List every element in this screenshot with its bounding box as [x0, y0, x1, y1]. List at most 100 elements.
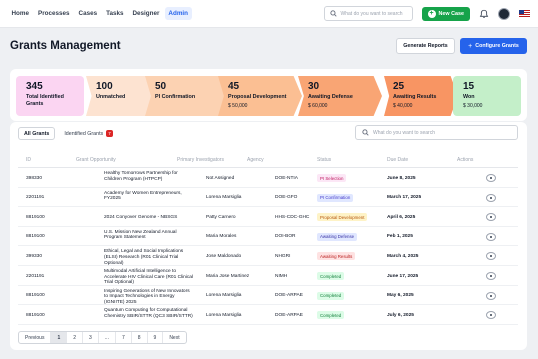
cell-id: 8819100	[26, 214, 45, 220]
column-header-due-date[interactable]: Due Date	[387, 157, 408, 163]
stat-label: Awaiting Results	[393, 94, 437, 100]
cell-due-date: April 6, 2025	[387, 214, 416, 220]
cell-primary-investigator: Lorena Marsiglia	[206, 195, 242, 201]
cell-primary-investigator: Maria Morales	[206, 234, 237, 240]
view-eye-icon[interactable]	[486, 193, 496, 202]
cell-opportunity[interactable]: Ethical, Legal and Social Implications (…	[104, 249, 194, 266]
view-eye-icon[interactable]	[486, 174, 496, 182]
table-row[interactable]: 8819100 Quantum Computing for Computation…	[18, 305, 518, 325]
cell-opportunity[interactable]: Multimodal Artificial Intelligence to Ac…	[104, 269, 194, 286]
view-eye-icon[interactable]	[486, 291, 496, 300]
bell-icon[interactable]	[479, 9, 489, 19]
page-button-9[interactable]: 9	[148, 332, 164, 343]
cell-due-date: June 8, 2025	[387, 175, 416, 181]
stat-won[interactable]: 15 Won $ 30,000	[453, 76, 521, 116]
new-case-button[interactable]: + New Case	[421, 6, 470, 21]
plus-icon: +	[427, 9, 436, 18]
stat-number: 100	[96, 81, 113, 92]
stat-total-identified[interactable]: 345 Total Identified Grants	[16, 76, 84, 116]
cell-id: 8819100	[26, 293, 45, 299]
stat-number: 15	[463, 81, 475, 92]
stat-number: 345	[26, 81, 43, 92]
cell-primary-investigator: Lorena Marsiglia	[206, 293, 242, 299]
stat-unmatched[interactable]: 100 Unmatched	[86, 76, 156, 116]
view-eye-icon[interactable]	[486, 252, 496, 261]
table-row[interactable]: 399330 Ethical, Legal and Social Implicat…	[18, 246, 518, 266]
nav-home[interactable]: Home	[8, 7, 33, 20]
nav-processes[interactable]: Processes	[35, 7, 74, 20]
page-button-2[interactable]: 2	[67, 332, 84, 343]
cell-primary-investigator: Patty Carnero	[206, 214, 236, 220]
status-badge: Proposal Development	[317, 213, 368, 222]
us-flag-icon[interactable]	[519, 10, 530, 17]
status-badge: PI Confirmation	[317, 193, 354, 202]
cell-opportunity[interactable]: U.S. Mission New Zealand Annual Program …	[104, 230, 194, 241]
previous-page-button[interactable]: Previous	[19, 332, 52, 343]
cell-primary-investigator: Jose Maldonado	[206, 253, 242, 259]
cell-due-date: March 17, 2025	[387, 195, 422, 201]
stat-awaiting-results[interactable]: 25 Awaiting Results $ 40,000	[384, 76, 458, 116]
avatar[interactable]	[498, 7, 510, 20]
stat-number: 30	[308, 81, 320, 92]
stat-label: Awaiting Defense	[308, 94, 353, 100]
view-eye-icon[interactable]	[486, 232, 496, 241]
cell-agency: DOI-BOR	[275, 234, 296, 240]
page-button-7[interactable]: 7	[116, 332, 132, 343]
nav-designer[interactable]: Designer	[129, 7, 163, 20]
nav-search-input[interactable]: What do you want to search	[323, 6, 413, 21]
table-row[interactable]: 8819100 2024 Conyover Genome - NBSGS Patty…	[18, 207, 518, 227]
table-row[interactable]: 2201191 Multimodal Artificial Intelligenc…	[18, 266, 518, 286]
search-icon	[329, 10, 337, 17]
stat-number: 50	[155, 81, 167, 92]
cell-opportunity[interactable]: Inspiring Generations of New Innovators …	[104, 289, 194, 306]
stat-proposal-development[interactable]: 45 Proposal Development $ 50,000	[218, 76, 302, 116]
cell-due-date: Feb 1, 2025	[387, 234, 413, 240]
view-eye-icon[interactable]	[486, 213, 496, 222]
configure-grants-button[interactable]: + Configure Grants	[460, 38, 527, 54]
stat-amount: $ 30,000	[463, 102, 483, 109]
stat-label: Won	[463, 94, 475, 100]
plus-icon: +	[468, 42, 473, 50]
cell-id: 2201191	[26, 273, 45, 279]
table-search-input[interactable]: What do you want to search	[355, 125, 518, 140]
column-header-opportunity[interactable]: Grant Opportunity	[76, 157, 116, 163]
status-badge: Completed	[317, 311, 345, 320]
status-badge: Completed	[317, 291, 345, 300]
tab-identified-label: Identified Grants	[64, 130, 104, 137]
identified-count-badge: 7	[106, 130, 113, 137]
column-header-status[interactable]: Status	[317, 157, 331, 163]
column-header-id[interactable]: ID	[26, 157, 31, 163]
cell-agency: DOE-ARPAE	[275, 293, 303, 299]
page: Home Processes Cases Tasks Designer Admi…	[0, 0, 538, 359]
view-eye-icon[interactable]	[486, 272, 496, 280]
cell-agency: NHGRI	[275, 253, 291, 259]
cell-opportunity[interactable]: 2024 Conyover Genome - NBSGS	[104, 215, 194, 221]
tab-identified-grants[interactable]: Identified Grants 7	[59, 127, 117, 140]
table-row[interactable]: 398330 Healthy Tomorrows Partnership for …	[18, 168, 518, 188]
view-eye-icon[interactable]	[486, 311, 496, 320]
table-row[interactable]: 2201191 Academy for Women Entrepreneurs, …	[18, 188, 518, 208]
generate-reports-button[interactable]: Generate Reports	[396, 38, 455, 54]
stat-number: 45	[228, 81, 240, 92]
cell-opportunity[interactable]: Healthy Tomorrows Partnership for Childr…	[104, 171, 194, 182]
column-header-agency[interactable]: Agency	[247, 157, 264, 163]
stat-awaiting-defense[interactable]: 30 Awaiting Defense $ 60,000	[298, 76, 382, 116]
nav-admin[interactable]: Admin	[164, 7, 192, 20]
nav-cases[interactable]: Cases	[75, 7, 101, 20]
page-button-3[interactable]: 3	[83, 332, 99, 343]
stat-amount: $ 50,000	[228, 102, 248, 109]
column-header-pi[interactable]: Primary Investigators	[177, 157, 224, 163]
table-search-placeholder: What do you want to search	[373, 129, 435, 136]
table-row[interactable]: 8819100 U.S. Mission New Zealand Annual P…	[18, 227, 518, 247]
cell-due-date: March 4, 2025	[387, 253, 419, 259]
cell-opportunity[interactable]: Academy for Women Entrepreneurs, FY2025	[104, 191, 194, 202]
nav-tasks[interactable]: Tasks	[103, 7, 127, 20]
page-button-8[interactable]: 8	[132, 332, 148, 343]
tab-all-grants[interactable]: All Grants	[18, 127, 56, 140]
cell-opportunity[interactable]: Quantum Computing for Computational Chem…	[104, 308, 194, 319]
stat-pi-confirmation[interactable]: 50 PI Confirmation	[145, 76, 230, 116]
page-button-1[interactable]: 1	[51, 332, 68, 343]
stat-number: 25	[393, 81, 405, 92]
table-row[interactable]: 8819100 Inspiring Generations of New Inno…	[18, 286, 518, 306]
next-page-button[interactable]: Next	[163, 332, 185, 343]
